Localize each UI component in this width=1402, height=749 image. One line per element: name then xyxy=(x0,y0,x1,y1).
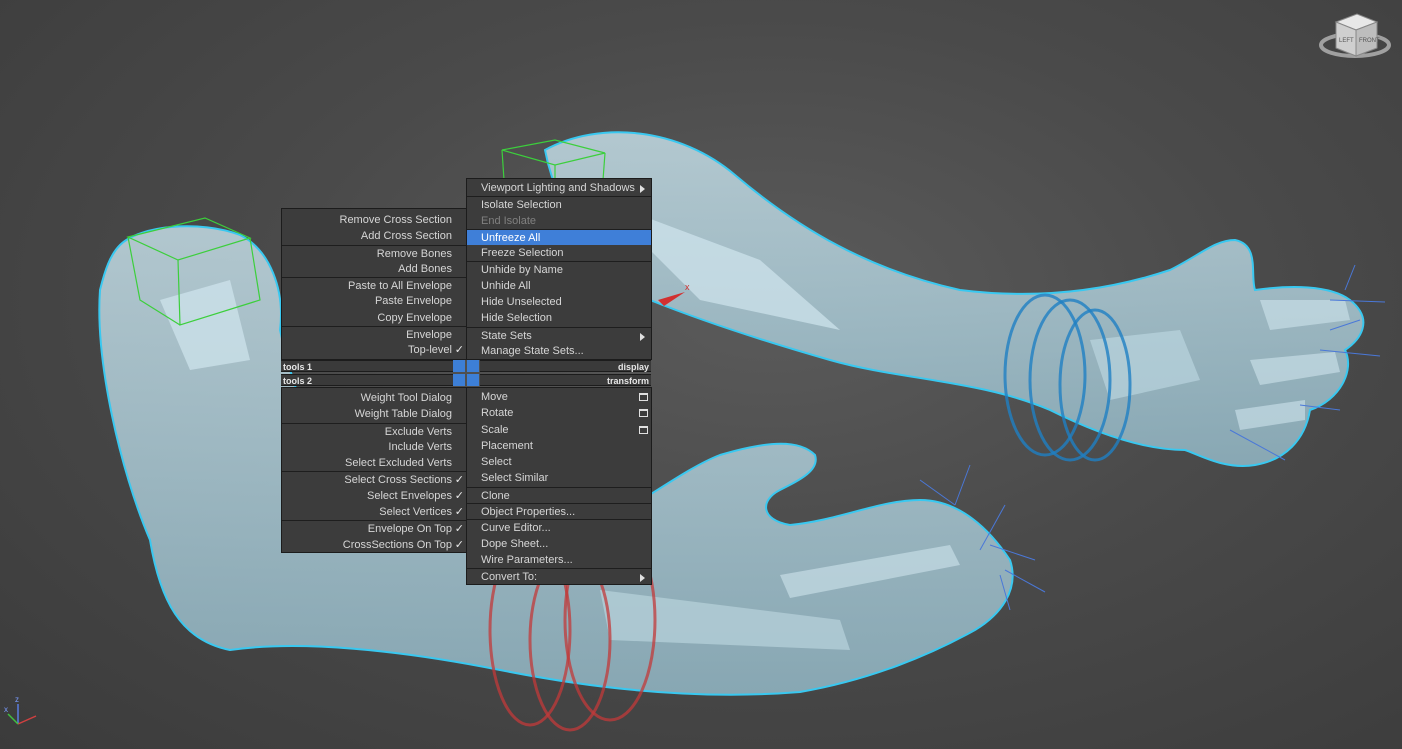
viewcube-left-face: LEFT xyxy=(1339,38,1354,44)
menu-item-weight-table-dialog[interactable]: Weight Table Dialog xyxy=(282,406,466,422)
menu-item-isolate-selection[interactable]: Isolate Selection xyxy=(467,196,651,212)
check-icon: ✓ xyxy=(454,506,464,519)
submenu-arrow-icon xyxy=(640,574,645,583)
options-box-icon[interactable] xyxy=(639,409,648,418)
menu-item-exclude-verts[interactable]: Exclude Verts xyxy=(282,422,466,439)
quad-header-tools-1[interactable]: tools 1 xyxy=(281,360,453,372)
menu-item-select-similar[interactable]: Select Similar xyxy=(467,470,651,486)
menu-item-top-level[interactable]: Top-level ✓ xyxy=(282,342,466,358)
menu-item-freeze-selection[interactable]: Freeze Selection xyxy=(467,245,651,261)
menu-item-scale[interactable]: Scale xyxy=(467,422,651,438)
axis-tripod: z x xyxy=(4,695,37,725)
quad-hub-upper-left[interactable] xyxy=(453,360,465,372)
menu-item-viewport-lighting-and-shadows[interactable]: Viewport Lighting and Shadows xyxy=(467,180,651,196)
options-box-icon[interactable] xyxy=(639,393,648,401)
check-icon: ✓ xyxy=(454,523,464,536)
gizmo-axis-label: x xyxy=(685,282,690,292)
menu-item-clone[interactable]: Clone xyxy=(467,486,651,503)
menu-item-select-envelopes[interactable]: Select Envelopes ✓ xyxy=(282,488,466,504)
viewport-3d[interactable]: x LEFT FRONT z x xyxy=(0,0,1402,749)
menu-item-copy-envelope[interactable]: Copy Envelope xyxy=(282,310,466,326)
check-icon: ✓ xyxy=(454,538,464,551)
menu-item-unhide-by-name[interactable]: Unhide by Name xyxy=(467,261,651,277)
menu-item-placement[interactable]: Placement xyxy=(467,438,651,454)
menu-item-end-isolate: End Isolate xyxy=(481,214,537,227)
menu-item-select[interactable]: Select xyxy=(467,454,651,470)
submenu-arrow-icon xyxy=(640,185,645,193)
menu-item-dope-sheet[interactable]: Dope Sheet... xyxy=(467,536,651,552)
check-icon: ✓ xyxy=(454,489,464,502)
menu-item-hide-selection[interactable]: Hide Selection xyxy=(467,310,651,326)
menu-item-select-excluded-verts[interactable]: Select Excluded Verts xyxy=(282,455,466,471)
menu-item-wire-parameters[interactable]: Wire Parameters... xyxy=(467,552,651,568)
menu-item-select-vertices[interactable]: Select Vertices ✓ xyxy=(282,504,466,520)
menu-item-select-cross-sections[interactable]: Select Cross Sections ✓ xyxy=(282,471,466,487)
menu-item-envelope-on-top[interactable]: Envelope On Top ✓ xyxy=(282,520,466,536)
menu-item-remove-cross-section[interactable]: Remove Cross Section xyxy=(282,212,466,228)
axis-x-label: x xyxy=(4,705,8,714)
menu-item-object-properties[interactable]: Object Properties... xyxy=(467,503,651,519)
menu-item-add-cross-section[interactable]: Add Cross Section xyxy=(282,228,466,244)
quad-display: Viewport Lighting and Shadows Isolate Se… xyxy=(466,178,652,360)
menu-item-paste-envelope[interactable]: Paste Envelope xyxy=(282,293,466,309)
quad-hub-upper-right[interactable] xyxy=(467,360,479,372)
menu-item-unhide-all[interactable]: Unhide All xyxy=(467,278,651,294)
quad-header-transform[interactable]: transform xyxy=(480,374,651,386)
menu-item-state-sets[interactable]: State Sets xyxy=(467,326,651,343)
quad-tools-2: Weight Tool Dialog Weight Table Dialog E… xyxy=(281,387,467,553)
menu-item-unfreeze-all[interactable]: Unfreeze All xyxy=(467,228,651,246)
menu-item-curve-editor[interactable]: Curve Editor... xyxy=(467,519,651,535)
viewcube-front-face: FRONT xyxy=(1359,38,1380,44)
quad-header-display[interactable]: display xyxy=(480,360,651,372)
quad-transform: Move Rotate Scale Placement Select Selec… xyxy=(466,387,652,585)
quad-tools-1: Remove Cross Section Add Cross Section R… xyxy=(281,208,467,360)
options-box-icon[interactable] xyxy=(639,425,648,434)
menu-item-convert-to[interactable]: Convert To: xyxy=(467,568,651,584)
check-icon: ✓ xyxy=(454,344,464,357)
quad-hub-lower-left[interactable] xyxy=(453,374,465,386)
axis-z-label: z xyxy=(15,695,19,704)
menu-item-move[interactable]: Move xyxy=(467,389,651,405)
menu-item-crosssections-on-top[interactable]: CrossSections On Top ✓ xyxy=(282,537,466,553)
quad-header-tools-2[interactable]: tools 2 xyxy=(281,374,453,386)
menu-item-envelope[interactable]: Envelope xyxy=(282,326,466,342)
menu-item-paste-to-all-envelope[interactable]: Paste to All Envelope xyxy=(282,277,466,293)
menu-item-hide-unselected[interactable]: Hide Unselected xyxy=(467,294,651,310)
menu-item-weight-tool-dialog[interactable]: Weight Tool Dialog xyxy=(282,390,466,406)
menu-item-rotate[interactable]: Rotate xyxy=(467,405,651,421)
menu-item-remove-bones[interactable]: Remove Bones xyxy=(282,244,466,261)
menu-item-add-bones[interactable]: Add Bones xyxy=(282,261,466,277)
view-cube[interactable]: LEFT FRONT xyxy=(1319,13,1391,58)
menu-item-manage-state-sets[interactable]: Manage State Sets... xyxy=(467,343,651,359)
quad-hub-lower-right[interactable] xyxy=(467,374,479,386)
submenu-arrow-icon xyxy=(640,332,645,341)
check-icon: ✓ xyxy=(454,474,464,487)
menu-item-include-verts[interactable]: Include Verts xyxy=(282,439,466,455)
